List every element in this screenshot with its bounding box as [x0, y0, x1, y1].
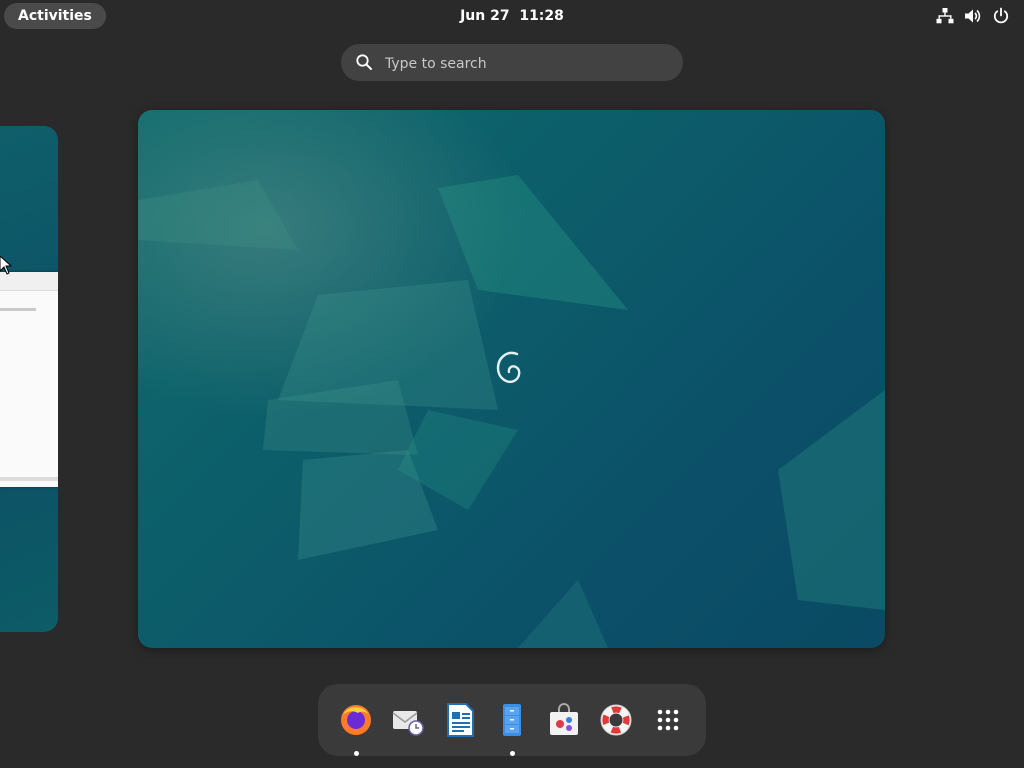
dash-item-help[interactable]	[596, 700, 636, 740]
clock-time: 11:28	[519, 8, 564, 24]
power-icon	[993, 7, 1009, 24]
activities-button[interactable]: Activities	[4, 3, 106, 29]
window-content-line	[0, 308, 36, 311]
file-cabinet-icon	[503, 704, 521, 736]
top-bar: Activities Jun 27 11:28	[0, 0, 1024, 32]
app-grid-icon	[657, 709, 679, 731]
mail-clock-icon	[392, 711, 424, 736]
dash-item-evolution[interactable]	[388, 700, 428, 740]
system-tray[interactable]	[936, 7, 1010, 25]
window-thumbnail[interactable]	[0, 272, 58, 487]
debian-swirl-icon	[496, 351, 521, 383]
dash-item-firefox[interactable]	[336, 700, 376, 756]
search-icon	[356, 54, 372, 70]
search-input[interactable]	[383, 44, 667, 83]
dash-item-files[interactable]	[492, 700, 532, 756]
writer-document-icon	[447, 703, 474, 737]
dash-item-software[interactable]	[544, 700, 584, 740]
clock-button[interactable]: Jun 27 11:28	[460, 8, 564, 24]
workspace-thumbnail-previous[interactable]	[0, 126, 58, 632]
clock: Jun 27 11:28	[0, 0, 1024, 32]
running-indicator	[510, 751, 515, 756]
volume-icon	[965, 9, 981, 23]
dash-item-writer[interactable]	[440, 700, 480, 740]
lifebuoy-icon	[600, 704, 632, 736]
clock-date: Jun 27	[460, 8, 510, 24]
show-applications-button[interactable]	[648, 700, 688, 740]
running-indicator	[354, 751, 359, 756]
window-footer	[0, 477, 58, 481]
software-bag-icon	[550, 703, 578, 735]
network-icon	[936, 8, 954, 24]
dash	[318, 684, 706, 756]
mouse-pointer-icon	[0, 256, 12, 275]
firefox-icon	[341, 705, 371, 735]
workspace-thumbnail-active[interactable]	[138, 110, 885, 648]
search-bar[interactable]	[341, 44, 683, 83]
